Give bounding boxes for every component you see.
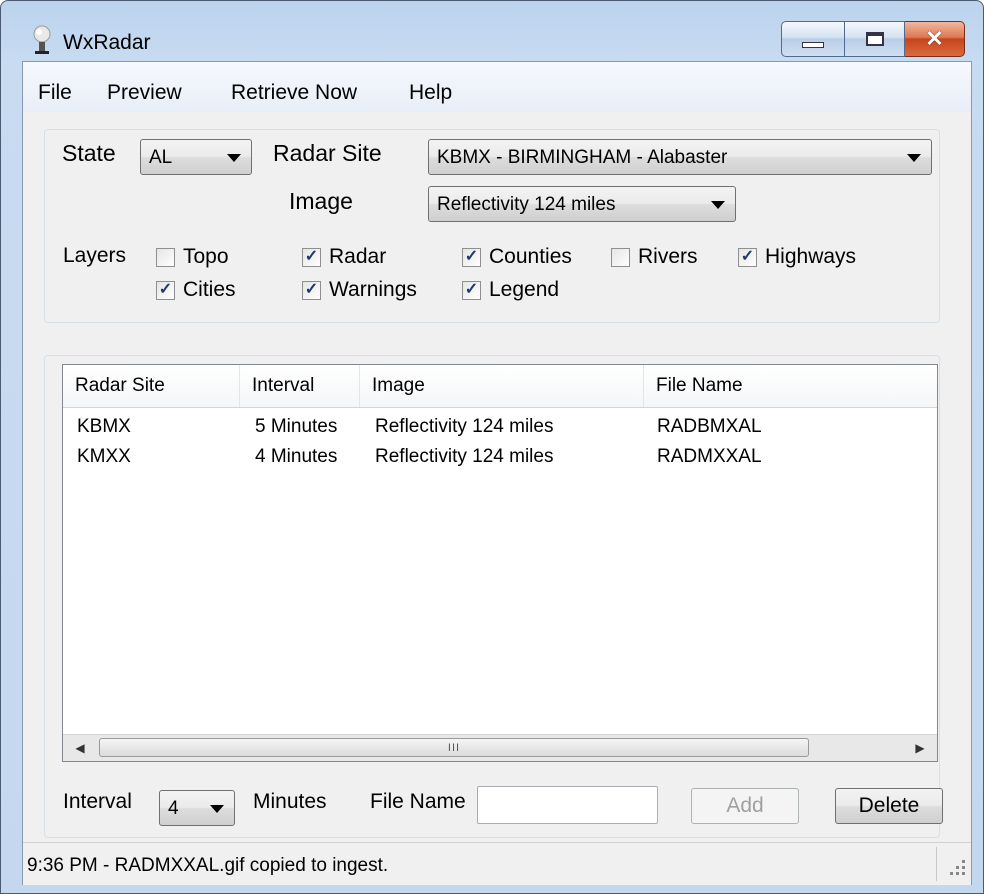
minimize-icon <box>802 42 824 48</box>
scroll-thumb[interactable]: III <box>99 738 809 757</box>
layers-label: Layers <box>63 244 127 267</box>
settings-group: State AL Radar Site KBMX - BIRMINGHAM - … <box>44 129 940 323</box>
minutes-label: Minutes <box>253 790 327 813</box>
layer-warnings[interactable]: ✓ Warnings <box>302 278 417 302</box>
restore-icon <box>865 32 884 46</box>
menu-help[interactable]: Help <box>409 81 452 105</box>
cities-checkbox[interactable]: ✓ <box>156 280 175 300</box>
warnings-checkbox[interactable]: ✓ <box>302 280 321 300</box>
cell-radar-site: KBMX <box>77 416 131 437</box>
layer-legend-label: Legend <box>489 278 560 301</box>
list-header: Radar Site Interval Image File Name <box>63 365 937 408</box>
cell-file-name: RADMXXAL <box>657 446 762 467</box>
column-radar-site[interactable]: Radar Site <box>63 365 240 407</box>
layer-topo[interactable]: Topo <box>156 245 229 269</box>
menu-file[interactable]: File <box>38 81 72 105</box>
column-interval[interactable]: Interval <box>240 365 360 407</box>
app-icon <box>33 25 51 54</box>
file-name-label: File Name <box>370 790 466 813</box>
column-file-name[interactable]: File Name <box>644 365 937 407</box>
state-label: State <box>62 140 116 166</box>
chevron-down-icon <box>711 201 725 209</box>
radar-checkbox[interactable]: ✓ <box>302 247 321 267</box>
layer-rivers-label: Rivers <box>638 245 698 268</box>
layer-highways-label: Highways <box>765 245 857 268</box>
table-row[interactable]: KMXX 4 Minutes Reflectivity 124 miles RA… <box>63 442 937 472</box>
radar-site-select[interactable]: KBMX - BIRMINGHAM - Alabaster <box>428 139 932 175</box>
title-bar[interactable]: WxRadar ✕ <box>1 1 983 61</box>
cell-image: Reflectivity 124 miles <box>375 416 554 437</box>
interval-select[interactable]: 4 <box>159 790 235 826</box>
counties-checkbox[interactable]: ✓ <box>462 247 481 267</box>
schedule-list[interactable]: Radar Site Interval Image File Name KBMX… <box>62 364 938 762</box>
highways-checkbox[interactable]: ✓ <box>738 247 757 267</box>
chevron-down-icon <box>907 154 921 162</box>
layer-radar-label: Radar <box>329 245 387 268</box>
legend-checkbox[interactable]: ✓ <box>462 280 481 300</box>
scroll-right-icon[interactable]: ▶ <box>907 735 933 761</box>
close-icon: ✕ <box>925 26 944 51</box>
menu-bar: File Preview Retrieve Now Help <box>23 62 971 112</box>
client-area: File Preview Retrieve Now Help State AL … <box>22 61 972 885</box>
status-text: 9:36 PM - RADMXXAL.gif copied to ingest. <box>27 855 389 876</box>
layer-topo-label: Topo <box>183 245 229 268</box>
add-button[interactable]: Add <box>691 788 799 824</box>
layer-cities-label: Cities <box>183 278 236 301</box>
cell-interval: 5 Minutes <box>255 416 338 437</box>
scroll-left-icon[interactable]: ◀ <box>67 735 93 761</box>
layer-counties[interactable]: ✓ Counties <box>462 245 572 269</box>
cell-image: Reflectivity 124 miles <box>375 446 554 467</box>
chevron-down-icon <box>210 805 224 813</box>
app-window: WxRadar ✕ File Preview Retrieve Now Help… <box>0 0 984 894</box>
state-select[interactable]: AL <box>140 139 252 175</box>
image-value: Reflectivity 124 miles <box>437 194 616 215</box>
menu-retrieve-now[interactable]: Retrieve Now <box>231 81 357 105</box>
delete-button[interactable]: Delete <box>835 788 943 824</box>
layer-counties-label: Counties <box>489 245 572 268</box>
interval-label: Interval <box>63 790 132 813</box>
cell-file-name: RADBMXAL <box>657 416 762 437</box>
resize-grip-icon[interactable] <box>936 847 971 881</box>
maximize-button[interactable] <box>845 21 905 57</box>
file-name-input[interactable] <box>477 786 658 824</box>
cell-interval: 4 Minutes <box>255 446 338 467</box>
schedule-group: Radar Site Interval Image File Name KBMX… <box>44 355 943 838</box>
layer-highways[interactable]: ✓ Highways <box>738 245 856 269</box>
image-label: Image <box>289 188 353 214</box>
radar-site-label: Radar Site <box>273 140 382 166</box>
layer-rivers[interactable]: Rivers <box>611 245 698 269</box>
interval-value: 4 <box>168 798 179 819</box>
layer-warnings-label: Warnings <box>329 278 417 301</box>
chevron-down-icon <box>227 154 241 162</box>
minimize-button[interactable] <box>781 21 845 57</box>
radar-site-value: KBMX - BIRMINGHAM - Alabaster <box>437 147 728 168</box>
horizontal-scrollbar[interactable]: ◀ III ▶ <box>63 734 937 761</box>
image-select[interactable]: Reflectivity 124 miles <box>428 186 736 222</box>
window-title: WxRadar <box>63 31 151 54</box>
topo-checkbox[interactable] <box>156 247 175 267</box>
rivers-checkbox[interactable] <box>611 247 630 267</box>
layer-radar[interactable]: ✓ Radar <box>302 245 386 269</box>
state-value: AL <box>149 147 173 168</box>
table-row[interactable]: KBMX 5 Minutes Reflectivity 124 miles RA… <box>63 412 937 442</box>
menu-preview[interactable]: Preview <box>107 81 182 105</box>
column-image[interactable]: Image <box>360 365 644 407</box>
close-button[interactable]: ✕ <box>905 21 965 57</box>
cell-radar-site: KMXX <box>77 446 131 467</box>
layer-cities[interactable]: ✓ Cities <box>156 278 236 302</box>
status-bar: 9:36 PM - RADMXXAL.gif copied to ingest. <box>23 842 971 885</box>
layer-legend[interactable]: ✓ Legend <box>462 278 559 302</box>
